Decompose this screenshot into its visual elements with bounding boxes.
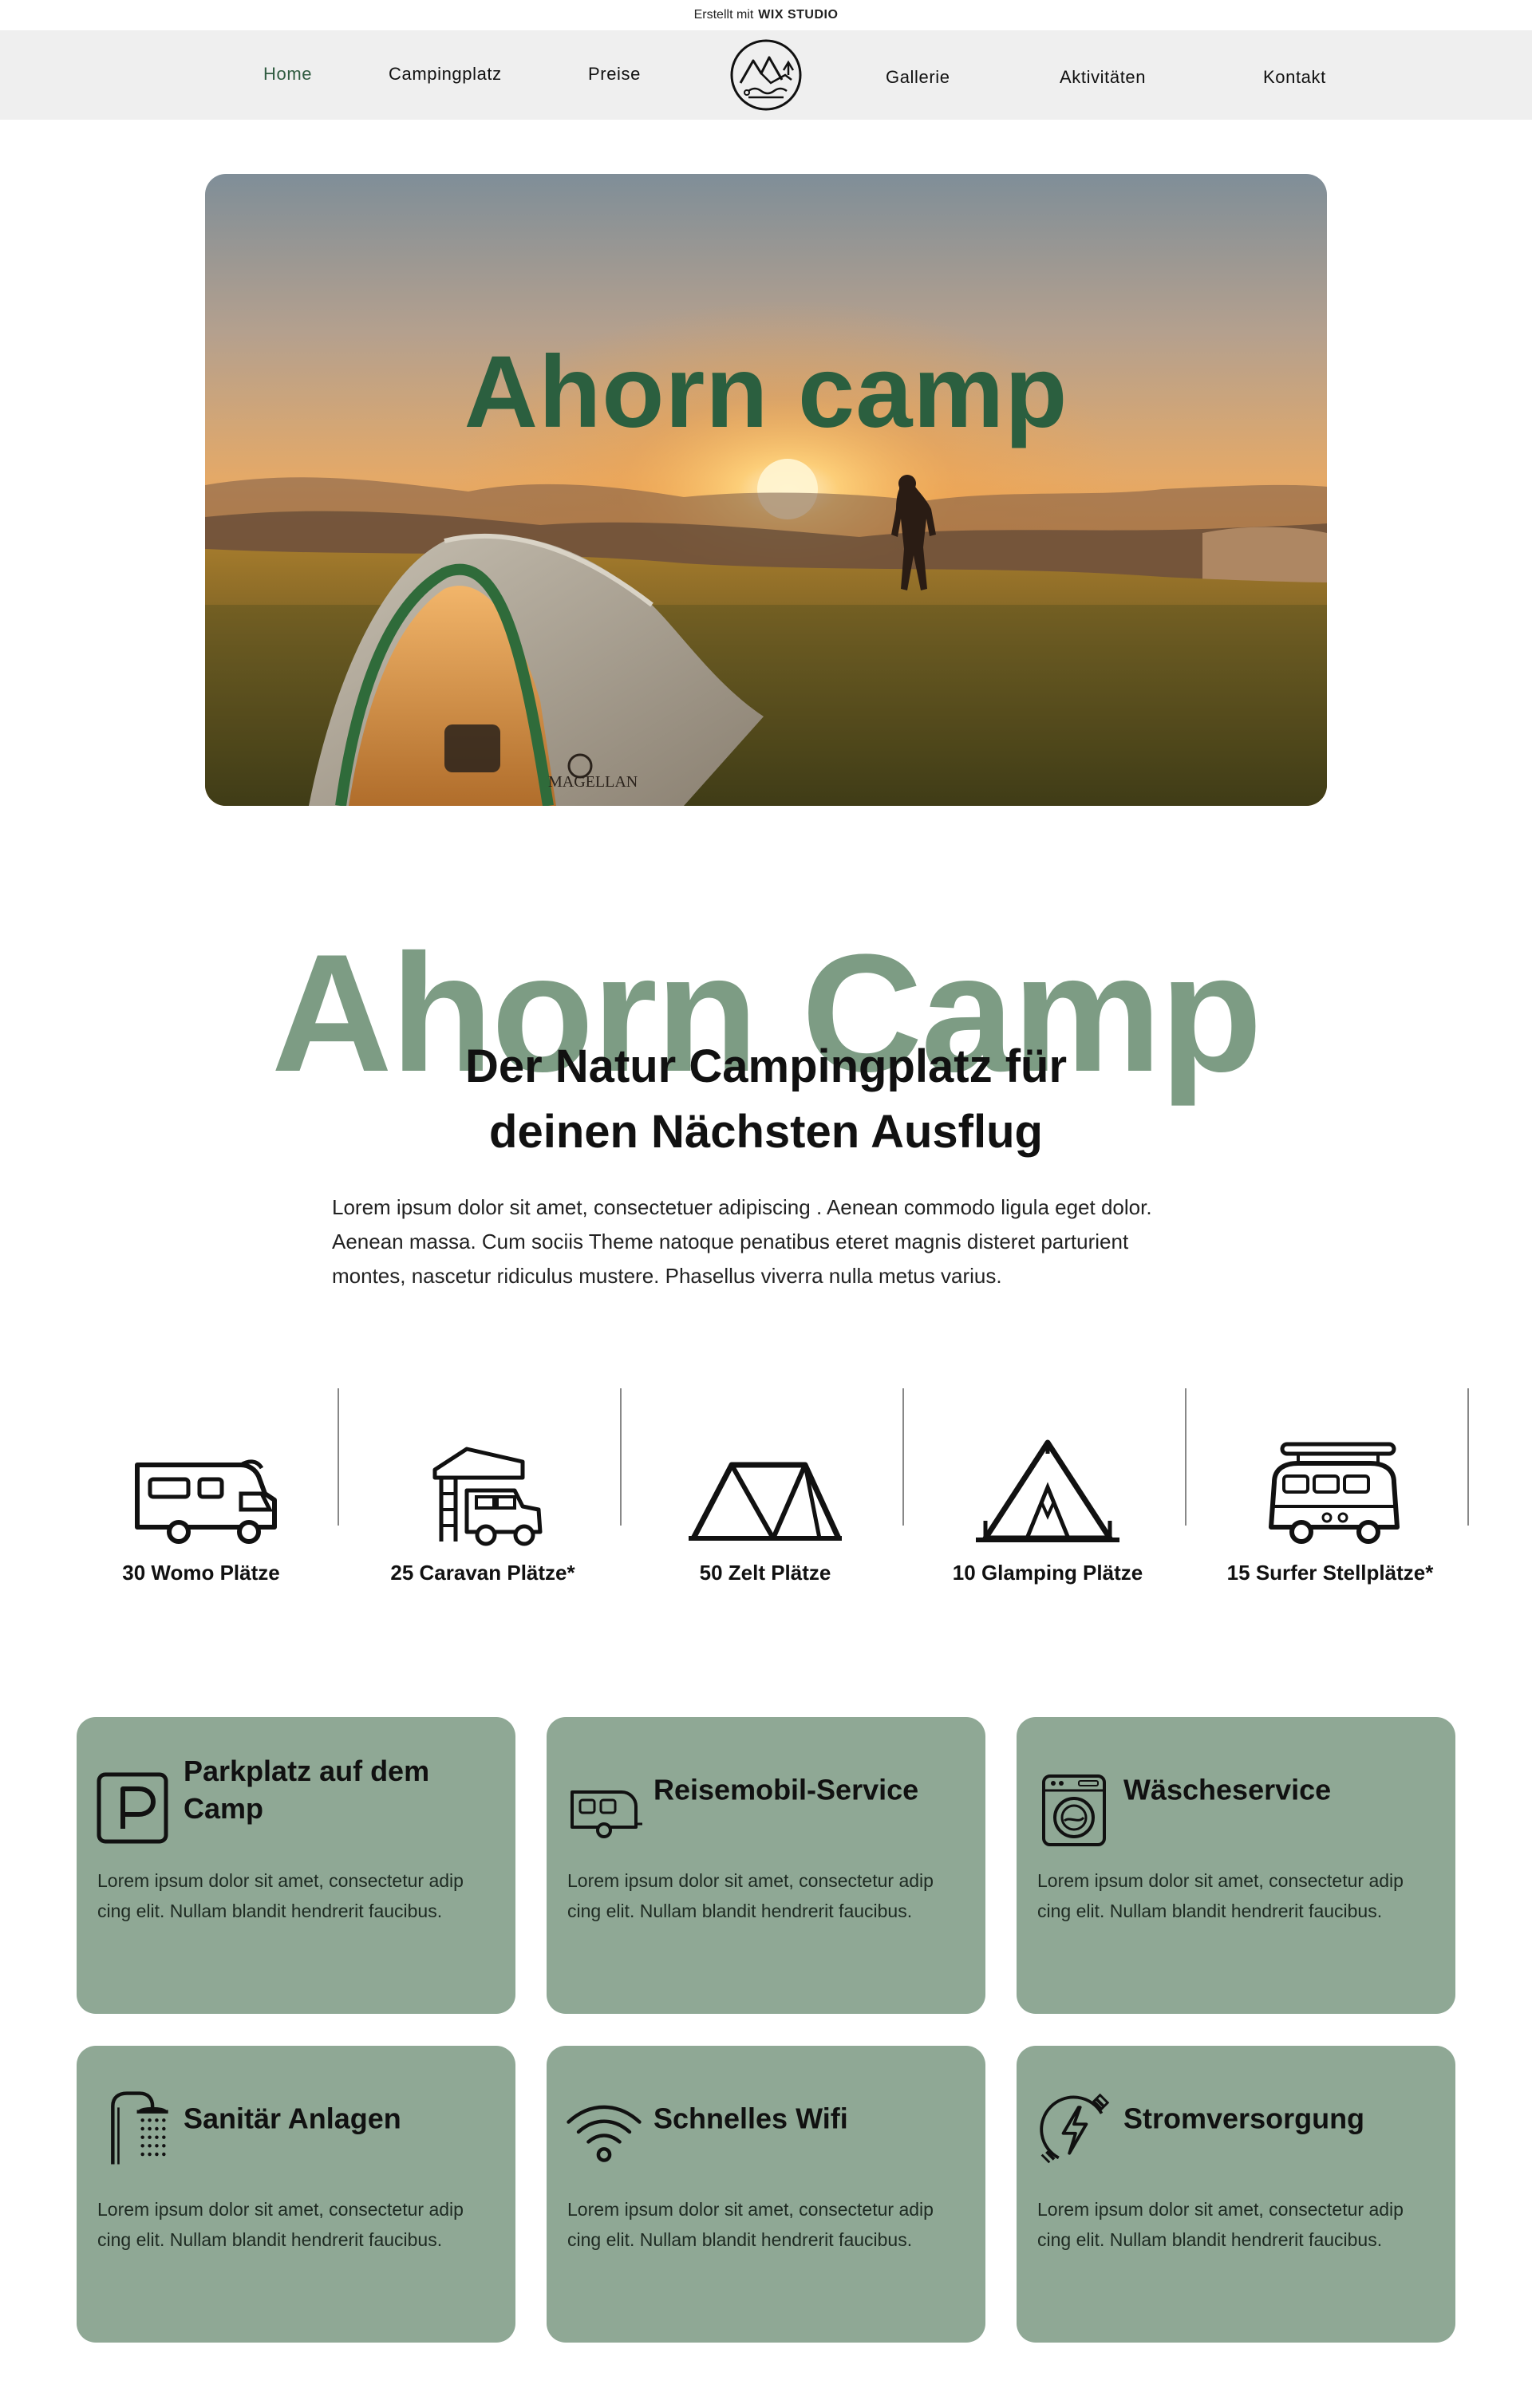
glamping-tent-icon — [976, 1439, 1119, 1542]
capacity-zelt: 50 Zelt Plätze — [624, 1388, 906, 1596]
sunrise-camping-photo: MAGELLAN — [205, 174, 1327, 806]
capacity-caravan-label: 25 Caravan Plätze* — [390, 1561, 575, 1585]
service-title: Sanitär Anlagen — [184, 2102, 401, 2135]
capacity-caravan: 25 Caravan Plätze* — [342, 1388, 624, 1596]
service-title: Schnelles Wifi — [653, 2102, 848, 2135]
service-text: Lorem ipsum dolor sit amet, consectetur … — [97, 2199, 464, 2251]
intro-paragraph: Lorem ipsum dolor sit amet, consectetuer… — [332, 1195, 1152, 1288]
service-card-power: Stromversorgung Lorem ipsum dolor sit am… — [1017, 2046, 1455, 2343]
wix-studio-logo: WIX STUDIO — [758, 8, 839, 22]
service-text: Lorem ipsum dolor sit amet, consectetur … — [567, 1870, 934, 1922]
capacity-glamping-label: 10 Glamping Plätze — [952, 1561, 1143, 1585]
hero-banner: MAGELLAN Ahorn camp — [205, 174, 1327, 806]
nav-aktivitaeten[interactable]: Aktivitäten — [1060, 67, 1146, 88]
capacity-womo: 30 Womo Plätze — [60, 1388, 342, 1596]
service-text: Lorem ipsum dolor sit amet, consectetur … — [1037, 2199, 1404, 2251]
service-title: Stromversorgung — [1123, 2102, 1365, 2135]
service-title: Wäscheservice — [1123, 1773, 1332, 1806]
divider — [1467, 1388, 1469, 1526]
tent-icon — [689, 1462, 842, 1541]
parking-icon — [97, 1772, 168, 1844]
hero-title: Ahorn camp — [464, 335, 1068, 449]
service-card-parking: Parkplatz auf dem Camp Lorem ipsum dolor… — [77, 1717, 515, 2014]
service-text: Lorem ipsum dolor sit amet, consectetur … — [97, 1870, 464, 1922]
capacity-row: 30 Womo Plätze 25 Caravan Plätze* 50 Zel — [0, 1388, 1532, 1596]
divider — [902, 1388, 904, 1526]
nav-kontakt[interactable]: Kontakt — [1263, 67, 1326, 88]
banner-prefix: Erstellt mit — [693, 8, 754, 22]
main-navigation: Home Campingplatz Preise Gallerie Aktivi… — [0, 30, 1532, 120]
motorhome-icon — [135, 1459, 277, 1544]
service-title: Reisemobil-Service — [653, 1773, 919, 1806]
shower-icon — [111, 2091, 168, 2165]
capacity-womo-label: 30 Womo Plätze — [122, 1561, 280, 1585]
tent-brand-label: MAGELLAN — [548, 773, 638, 791]
caravan-rooftop-tent-icon — [432, 1447, 543, 1546]
washing-machine-icon — [1042, 1774, 1106, 1846]
wifi-icon — [567, 2105, 642, 2162]
service-card-wifi: Schnelles Wifi Lorem ipsum dolor sit ame… — [547, 2046, 985, 2343]
divider — [1185, 1388, 1187, 1526]
service-card-rv: Reisemobil-Service Lorem ipsum dolor sit… — [547, 1717, 985, 2014]
intro-heading: Der Natur Campingplatz für deinen Nächst… — [367, 1034, 1165, 1166]
service-title: Parkplatz auf dem Camp — [184, 1755, 430, 1825]
service-text: Lorem ipsum dolor sit amet, consectetur … — [1037, 1870, 1404, 1922]
power-plug-icon — [1040, 2093, 1110, 2164]
intro-heading-line2: deinen Nächsten Ausflug — [489, 1106, 1043, 1159]
nav-home[interactable]: Home — [263, 64, 312, 85]
nav-preise[interactable]: Preise — [588, 64, 641, 85]
nav-campingplatz[interactable]: Campingplatz — [389, 64, 502, 85]
divider — [338, 1388, 339, 1526]
service-card-laundry: Wäscheservice Lorem ipsum dolor sit amet… — [1017, 1717, 1455, 2014]
capacity-surfer: 15 Surfer Stellplätze* — [1189, 1388, 1471, 1596]
capacity-surfer-label: 15 Surfer Stellplätze* — [1226, 1561, 1434, 1585]
rv-service-icon — [571, 1790, 642, 1838]
service-card-sanitary: Sanitär Anlagen Lorem ipsum dolor sit am… — [77, 2046, 515, 2343]
surf-van-icon — [1269, 1442, 1400, 1544]
mountain-camp-logo-icon[interactable] — [729, 38, 803, 112]
capacity-glamping: 10 Glamping Plätze — [906, 1388, 1189, 1596]
divider — [620, 1388, 622, 1526]
service-text: Lorem ipsum dolor sit amet, consectetur … — [567, 2199, 934, 2251]
wix-banner[interactable]: Erstellt mit WIX STUDIO — [0, 0, 1532, 30]
intro-heading-line1: Der Natur Campingplatz für — [464, 1040, 1068, 1092]
nav-gallerie[interactable]: Gallerie — [886, 67, 950, 88]
capacity-zelt-label: 50 Zelt Plätze — [699, 1561, 831, 1585]
